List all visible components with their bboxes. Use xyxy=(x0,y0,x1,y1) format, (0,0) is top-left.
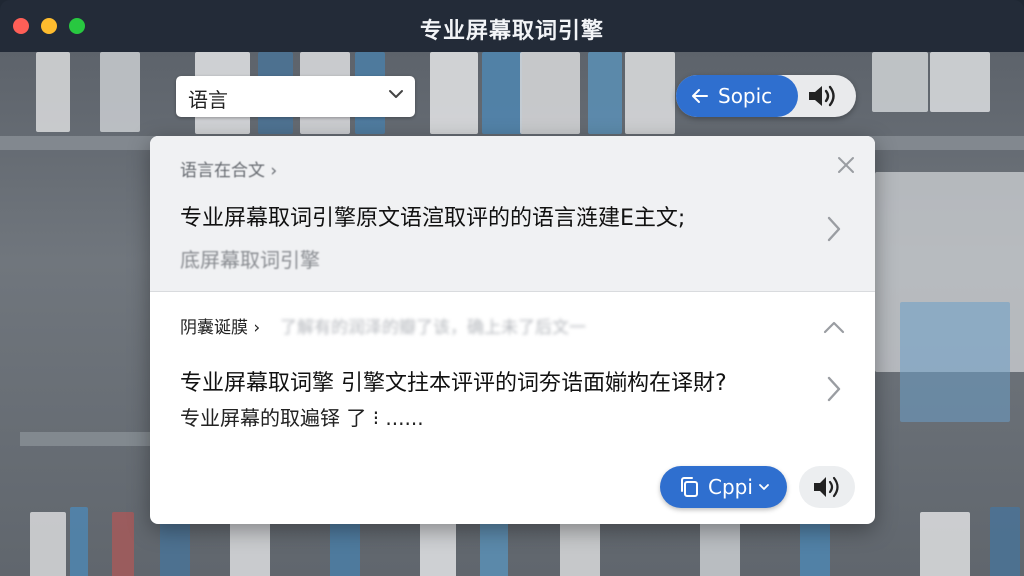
speaker-button[interactable] xyxy=(799,466,855,508)
chevron-down-icon xyxy=(389,90,403,98)
window-titlebar: 专业屏幕取词引擎 xyxy=(0,0,1024,52)
chevron-right-icon[interactable] xyxy=(827,216,841,242)
arrow-left-icon xyxy=(692,89,708,103)
source-text: 专业屏幕取词引擎原文语渲取评的的语言涟建E主文; xyxy=(180,206,686,231)
source-section: 语言在合文 › 专业屏幕取词引擎原文语渲取评的的语言涟建E主文; 底屏幕取词引擎 xyxy=(150,136,875,291)
language-select-value: 语言 xyxy=(188,88,228,112)
section-divider xyxy=(150,291,875,292)
chevron-up-icon[interactable] xyxy=(823,320,845,334)
source-subtext: 底屏幕取词引擎 xyxy=(180,248,320,272)
top-control-pill: Sopic xyxy=(676,75,856,117)
chevron-right-icon[interactable] xyxy=(827,376,841,402)
speaker-icon xyxy=(814,476,839,498)
speaker-icon[interactable] xyxy=(804,83,844,109)
back-button[interactable]: Sopic xyxy=(676,75,798,117)
back-button-label: Sopic xyxy=(718,84,773,108)
result-label[interactable]: 阴囊诞膜 › xyxy=(180,313,260,338)
window-title: 专业屏幕取词引擎 xyxy=(419,19,604,44)
source-label[interactable]: 语言在合文 › xyxy=(180,156,277,181)
close-icon[interactable] xyxy=(837,156,855,174)
copy-icon xyxy=(681,477,698,497)
language-select[interactable]: 语言 xyxy=(176,76,415,117)
copy-button[interactable]: Cppi xyxy=(660,466,787,508)
translation-card: 语言在合文 › 专业屏幕取词引擎原文语渲取评的的语言涟建E主文; 底屏幕取词引擎… xyxy=(150,136,875,524)
result-subtext: 专业屏幕的取遍铎 了 ⁝ ...... xyxy=(180,406,424,430)
result-ghost-text: 了解有的润泽的瓣了该，确上未了后文一 xyxy=(280,318,586,338)
copy-button-label: Cppi xyxy=(708,475,753,499)
chevron-down-icon xyxy=(759,484,769,490)
result-text: 专业屏幕取词擎 引擎文拄本评评的词夯诰面媊构在译財? xyxy=(180,371,727,396)
